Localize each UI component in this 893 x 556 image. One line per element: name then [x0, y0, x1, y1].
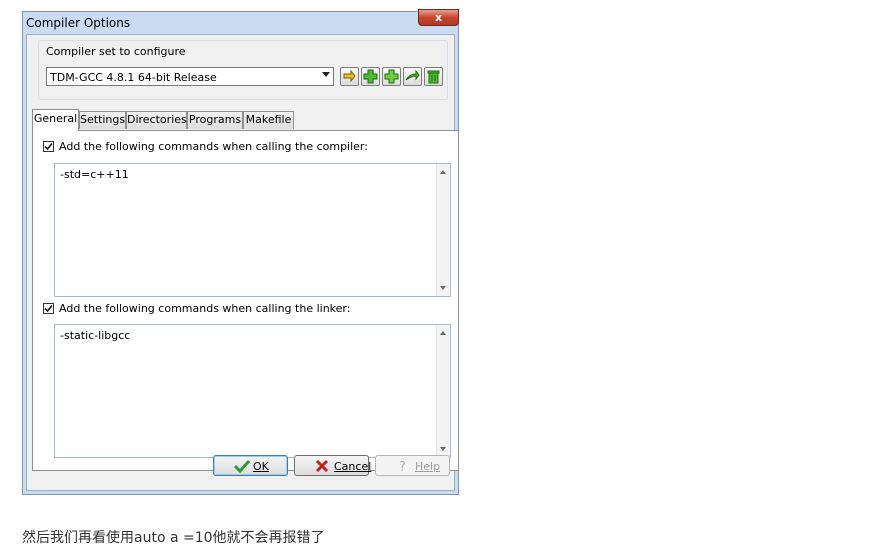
ok-button-label: OK	[253, 460, 269, 473]
cancel-button[interactable]: Cancel	[294, 455, 372, 476]
compiler-commands-checkbox[interactable]	[43, 141, 54, 152]
compiler-set-value: TDM-GCC 4.8.1 64-bit Release	[50, 71, 217, 84]
help-button[interactable]: ? Help	[375, 455, 450, 476]
article-caption: 然后我们再看使用auto a =10他就不会再报错了	[22, 530, 325, 546]
compiler-commands-textarea[interactable]: -std=c++11	[54, 163, 451, 297]
checkmark-icon	[234, 459, 250, 473]
close-button[interactable]: x	[418, 9, 459, 26]
linker-commands-label: Add the following commands when calling …	[59, 302, 351, 315]
find-compiler-button[interactable]	[403, 67, 422, 86]
add-icon	[363, 69, 378, 84]
add-from-folder-button[interactable]	[382, 67, 401, 86]
linker-commands-text: -static-libgcc	[60, 329, 131, 342]
dialog-client: Compiler set to configure TDM-GCC 4.8.1 …	[26, 34, 459, 491]
close-icon: x	[434, 11, 443, 24]
svg-text:?: ?	[399, 460, 406, 473]
tab-settings[interactable]: Settings	[79, 111, 126, 129]
tab-programs[interactable]: Programs	[187, 111, 243, 129]
help-button-label: Help	[415, 460, 441, 473]
compiler-commands-scrollbar[interactable]	[436, 164, 450, 296]
scroll-down-icon[interactable]	[440, 286, 446, 290]
linker-commands-scrollbar[interactable]	[436, 325, 450, 457]
scroll-up-icon[interactable]	[440, 331, 446, 335]
chevron-down-icon[interactable]	[322, 72, 330, 77]
tab-makefile[interactable]: Makefile	[243, 111, 294, 129]
delete-icon	[427, 70, 440, 84]
compiler-set-label: Compiler set to configure	[46, 45, 186, 58]
add-compiler-button[interactable]	[361, 67, 380, 86]
linker-commands-checkbox[interactable]	[43, 303, 54, 314]
compiler-set-group: Compiler set to configure TDM-GCC 4.8.1 …	[38, 40, 448, 100]
tab-directories[interactable]: Directories	[126, 111, 187, 129]
checkmark-icon	[44, 142, 53, 151]
compiler-options-window: Compiler Options x Compiler set to confi…	[22, 9, 459, 495]
find-icon	[405, 69, 420, 81]
compiler-commands-label: Add the following commands when calling …	[59, 140, 368, 153]
cancel-x-icon	[315, 459, 329, 473]
window-title: Compiler Options	[26, 16, 131, 30]
tab-general[interactable]: General	[32, 109, 79, 131]
delete-compiler-button[interactable]	[424, 67, 443, 86]
general-tab-panel: Add the following commands when calling …	[32, 130, 459, 471]
rename-icon	[343, 69, 356, 83]
compiler-set-select[interactable]: TDM-GCC 4.8.1 64-bit Release	[46, 67, 334, 86]
checkmark-icon	[44, 304, 53, 313]
cancel-button-label: Cancel	[334, 460, 372, 473]
compiler-commands-text: -std=c++11	[60, 168, 129, 181]
ok-button[interactable]: OK	[213, 455, 288, 476]
scroll-up-icon[interactable]	[440, 170, 446, 174]
rename-compiler-button[interactable]	[340, 67, 359, 86]
linker-commands-textarea[interactable]: -static-libgcc	[54, 324, 451, 458]
scroll-down-icon[interactable]	[440, 447, 446, 451]
title-bar[interactable]: Compiler Options x	[23, 9, 459, 34]
help-icon: ?	[399, 460, 406, 473]
add-from-folder-icon	[384, 69, 399, 84]
